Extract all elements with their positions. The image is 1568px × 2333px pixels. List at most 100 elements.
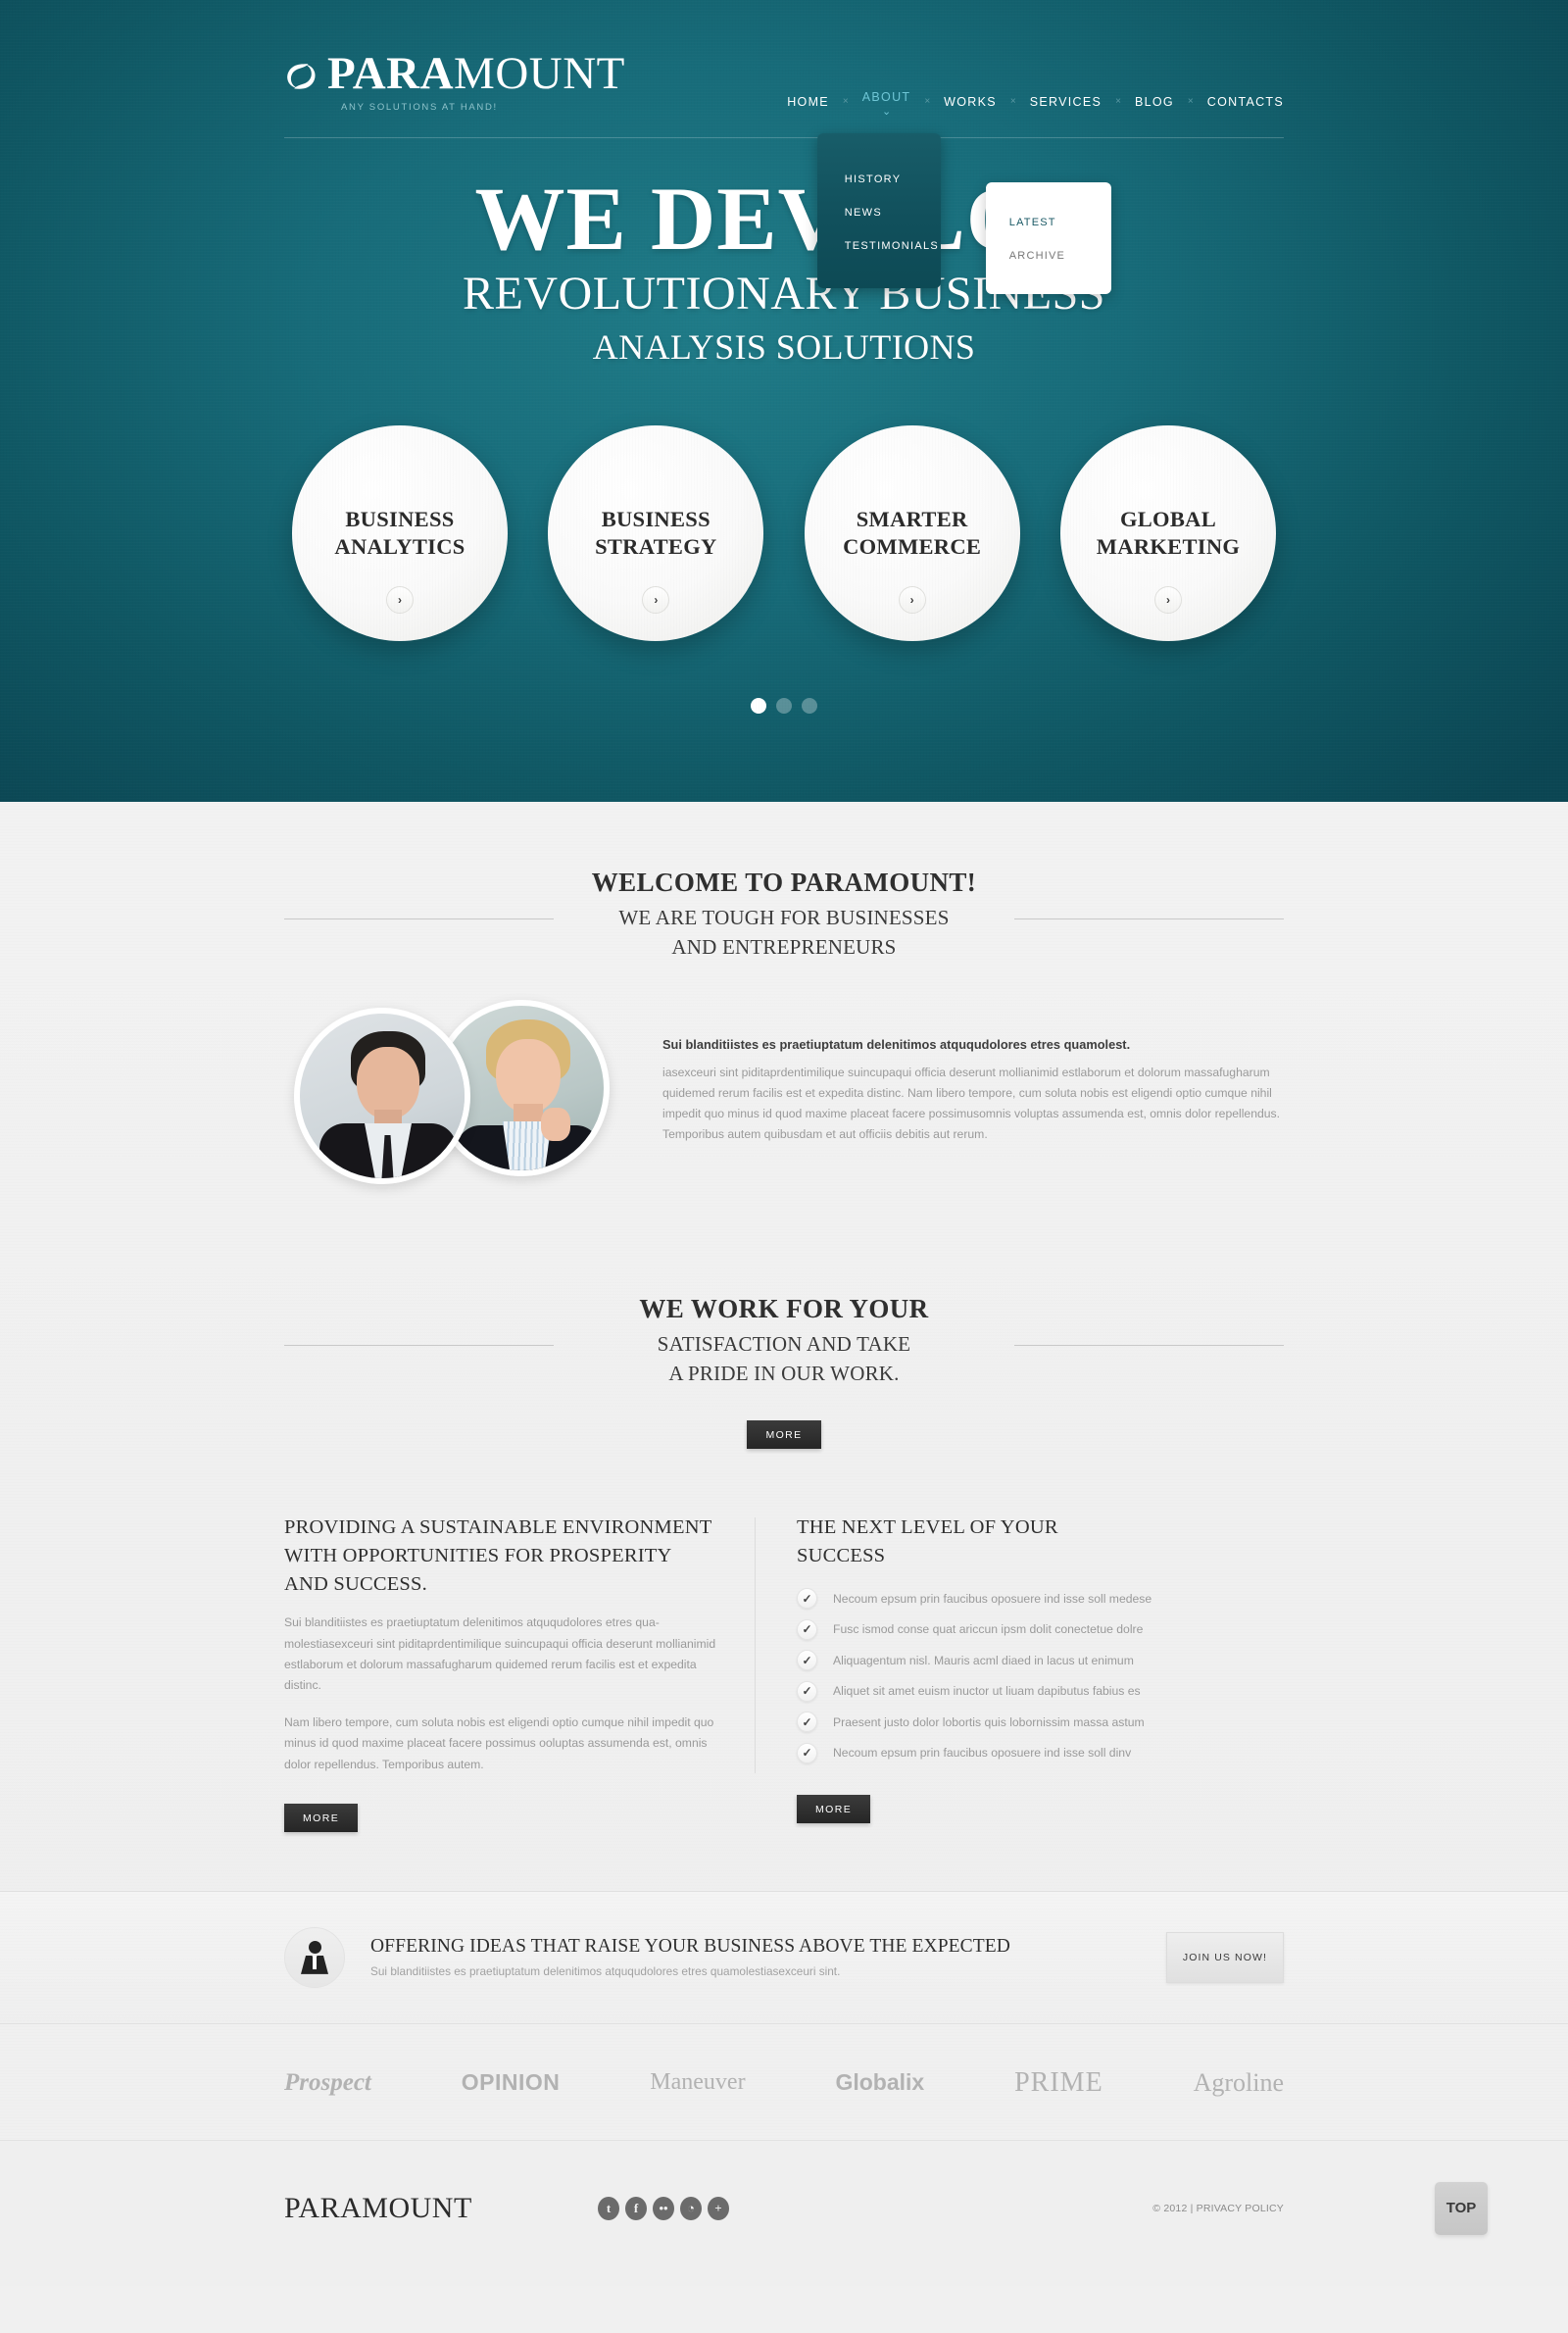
heading-rule-right <box>1014 1345 1284 1347</box>
welcome-text: Sui blanditiistes es praetiuptatum delen… <box>662 1000 1284 1145</box>
site-footer: PARAMOUNT t f •• ◔ + © 2012 | PRIVACY PO… <box>0 2140 1568 2286</box>
left-column: PROVIDING A SUSTAINABLE ENVIRONMENT WITH… <box>284 1514 755 1832</box>
swirl-circle-icon <box>284 60 318 93</box>
slider-pagination <box>284 698 1284 715</box>
twitter-icon[interactable]: t <box>598 2196 619 2220</box>
left-column-heading: PROVIDING A SUSTAINABLE ENVIRONMENT WITH… <box>284 1514 719 1599</box>
facebook-icon[interactable]: f <box>625 2196 647 2220</box>
submenu-item-latest[interactable]: LATEST <box>986 206 1111 239</box>
chevron-right-icon[interactable]: › <box>898 586 926 615</box>
dropdown-item-news[interactable]: NEWS <box>817 196 941 229</box>
footer-logo[interactable]: PARAMOUNT <box>284 2192 578 2225</box>
hero-subtitle-line1: REVOLUTIONARY BUSINESS <box>463 268 1105 321</box>
list-item-label: Aliquagentum nisl. Mauris acml diaed in … <box>833 1653 1134 1667</box>
service-circle-business-strategy[interactable]: BUSINESS STRATEGY › <box>548 425 764 642</box>
left-heading-line3: AND SUCCESS. <box>284 1573 427 1596</box>
list-item[interactable]: ✓ Necoum epsum prin faucibus oposuere in… <box>797 1588 1284 1610</box>
nav-link-about[interactable]: ABOUT <box>862 88 911 106</box>
left-heading-line2: WITH OPPORTUNITIES FOR PROSPERITY <box>284 1545 672 1567</box>
list-item[interactable]: ✓ Fusc ismod conse quat ariccun ipsm dol… <box>797 1618 1284 1640</box>
service-circle-business-analytics[interactable]: BUSINESS ANALYTICS › <box>292 425 508 642</box>
businessperson-icon <box>284 1926 345 1988</box>
welcome-subheading-line1: WE ARE TOUGH FOR BUSINESSES <box>618 906 950 930</box>
right-more-button[interactable]: MORE <box>797 1795 871 1824</box>
hero-section: PARAMOUNT ANY SOLUTIONS AT HAND! HOME × … <box>0 0 1568 802</box>
plus-icon[interactable]: + <box>708 2196 729 2220</box>
right-column-heading: THE NEXT LEVEL OF YOUR SUCCESS <box>797 1514 1284 1570</box>
work-subheading-line2: A PRIDE IN OUR WORK. <box>668 1362 900 1386</box>
chevron-right-icon[interactable]: › <box>1153 586 1182 615</box>
nav-link-contacts[interactable]: CONTACTS <box>1207 93 1284 111</box>
hero-subtitle-line2: ANALYSIS SOLUTIONS <box>592 327 976 368</box>
check-icon: ✓ <box>797 1680 817 1702</box>
heading-rule-left <box>284 1345 554 1347</box>
page-root: PARAMOUNT ANY SOLUTIONS AT HAND! HOME × … <box>0 0 1568 2286</box>
welcome-lead: Sui blanditiistes es praetiuptatum delen… <box>662 1037 1131 1053</box>
site-logo[interactable]: PARAMOUNT ANY SOLUTIONS AT HAND! <box>284 51 625 113</box>
nav-item-works[interactable]: WORKS <box>944 93 997 111</box>
nav-item-contacts[interactable]: CONTACTS <box>1207 93 1284 111</box>
circle-label-line2: ANALYTICS <box>334 534 466 560</box>
partner-logo-agroline[interactable]: Agroline <box>1194 2068 1284 2098</box>
list-item-label: Aliquet sit amet euism inuctor ut liuam … <box>833 1684 1141 1699</box>
work-more-button[interactable]: MORE <box>747 1420 821 1450</box>
slider-dot-1[interactable] <box>751 698 766 715</box>
left-paragraph-1: Sui blanditiistes es praetiuptatum delen… <box>284 1615 716 1693</box>
check-icon: ✓ <box>797 1588 817 1610</box>
left-more-button[interactable]: MORE <box>284 1803 359 1832</box>
slider-dot-2[interactable] <box>776 698 792 715</box>
list-item[interactable]: ✓ Aliquet sit amet euism inuctor ut liua… <box>797 1680 1284 1702</box>
submenu-item-archive[interactable]: ARCHIVE <box>986 239 1111 273</box>
circle-label-line2: MARKETING <box>1096 534 1241 560</box>
list-item[interactable]: ✓ Necoum epsum prin faucibus oposuere in… <box>797 1742 1284 1763</box>
service-circle-global-marketing[interactable]: GLOBAL MARKETING › <box>1059 425 1276 642</box>
two-column-section: PROVIDING A SUSTAINABLE ENVIRONMENT WITH… <box>284 1514 1284 1891</box>
nav-item-services[interactable]: SERVICES <box>1030 93 1102 111</box>
cta-text: Sui blanditiistes es praetiuptatum delen… <box>370 1964 841 1979</box>
nav-link-services[interactable]: SERVICES <box>1030 93 1102 111</box>
main-content: WELCOME TO PARAMOUNT! WE ARE TOUGH FOR B… <box>0 802 1568 2286</box>
welcome-heading: WELCOME TO PARAMOUNT! <box>591 868 977 897</box>
welcome-paragraph: iasexceuri sint piditaprdentimilique sui… <box>662 1066 1281 1142</box>
logo-wordmark-light: MOUNT <box>454 48 625 99</box>
copyright-text: © 2012 | PRIVACY POLICY <box>1152 2202 1284 2214</box>
chevron-right-icon[interactable]: › <box>386 586 414 615</box>
partner-logo-opinion[interactable]: OPINION <box>462 2069 561 2096</box>
work-heading: WE WORK FOR YOUR <box>639 1294 929 1324</box>
flickr-icon[interactable]: •• <box>653 2196 674 2220</box>
nav-item-about[interactable]: ABOUT ⌄ HISTORY NEWS TESTIMONIALS LATEST… <box>816 88 1111 294</box>
chevron-down-icon: ⌄ <box>881 106 892 118</box>
circle-label-line1: BUSINESS <box>601 507 710 532</box>
partner-logo-prime[interactable]: PRIME <box>1014 2067 1103 2099</box>
service-circle-smarter-commerce[interactable]: SMARTER COMMERCE › <box>804 425 1020 642</box>
benefits-list: ✓ Necoum epsum prin faucibus oposuere in… <box>797 1588 1284 1763</box>
social-links: t f •• ◔ + <box>578 2196 1152 2220</box>
partners-band: Prospect OPINION Maneuver Globalix PRIME… <box>0 2023 1568 2141</box>
nav-item-blog[interactable]: BLOG <box>1135 93 1174 111</box>
nav-link-home[interactable]: HOME <box>787 93 829 111</box>
work-heading-block: WE WORK FOR YOUR SATISFACTION AND TAKE A… <box>284 1293 1284 1450</box>
nav-separator: × <box>842 96 849 107</box>
work-subheading-line1: SATISFACTION AND TAKE <box>657 1332 911 1357</box>
dropdown-item-history[interactable]: HISTORY <box>817 163 941 196</box>
list-item-label: Praesent justo dolor lobortis quis lobor… <box>833 1714 1145 1729</box>
partner-logo-globalix[interactable]: Globalix <box>835 2069 924 2096</box>
right-heading-line1: THE NEXT LEVEL OF YOUR <box>797 1516 1058 1539</box>
nav-link-blog[interactable]: BLOG <box>1135 93 1174 111</box>
partner-logo-prospect[interactable]: Prospect <box>284 2069 371 2097</box>
chevron-right-icon[interactable]: › <box>642 586 670 615</box>
header-divider <box>284 137 1284 138</box>
cta-banner: OFFERING IDEAS THAT RAISE YOUR BUSINESS … <box>0 1890 1568 2024</box>
logo-wordmark-bold: PARA <box>327 48 455 99</box>
dropdown-item-testimonials[interactable]: TESTIMONIALS <box>817 229 941 263</box>
nav-item-home[interactable]: HOME <box>787 93 829 111</box>
nav-link-works[interactable]: WORKS <box>944 93 997 111</box>
rss-icon[interactable]: ◔ <box>680 2196 702 2220</box>
list-item[interactable]: ✓ Praesent justo dolor lobortis quis lob… <box>797 1712 1284 1733</box>
logo-tagline: ANY SOLUTIONS AT HAND! <box>341 102 498 113</box>
list-item[interactable]: ✓ Aliquagentum nisl. Mauris acml diaed i… <box>797 1650 1284 1671</box>
partner-logo-maneuver[interactable]: Maneuver <box>650 2069 745 2096</box>
back-to-top-button[interactable]: TOP <box>1435 2181 1488 2235</box>
join-us-button[interactable]: JOIN US NOW! <box>1165 1931 1284 1983</box>
slider-dot-3[interactable] <box>802 698 817 715</box>
